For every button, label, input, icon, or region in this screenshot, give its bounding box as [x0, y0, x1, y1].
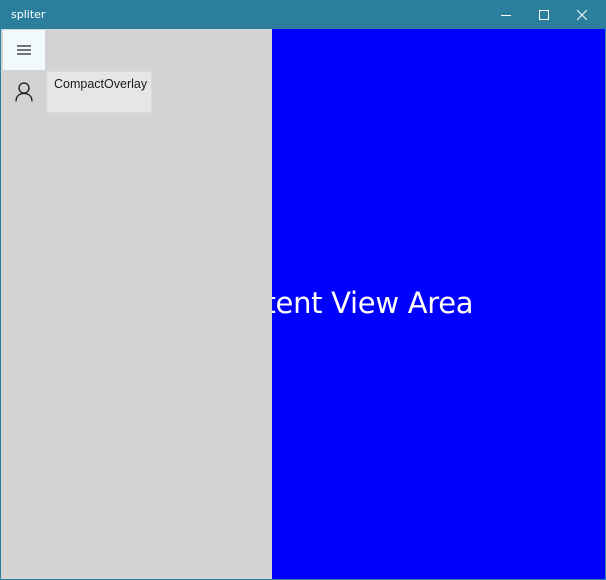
navigation-pane: CompactOverlay	[1, 29, 272, 579]
close-button[interactable]	[563, 1, 601, 29]
person-icon	[15, 82, 33, 102]
nav-item-tooltip: CompactOverlay	[46, 71, 152, 113]
tooltip-label: CompactOverlay	[54, 77, 148, 91]
minimize-button[interactable]	[487, 1, 525, 29]
hamburger-menu-button[interactable]	[3, 30, 45, 70]
close-icon	[577, 10, 587, 20]
hamburger-menu-icon	[17, 45, 31, 55]
window-title: spliter	[11, 8, 46, 21]
nav-item-compact-overlay[interactable]	[3, 71, 45, 113]
maximize-icon	[539, 10, 549, 20]
app-window: spliter Content View Area CompactOverlay	[0, 0, 606, 580]
minimize-icon	[501, 10, 511, 20]
maximize-button[interactable]	[525, 1, 563, 29]
title-bar[interactable]: spliter	[1, 1, 605, 29]
client-area: Content View Area CompactOverlay	[1, 29, 605, 579]
